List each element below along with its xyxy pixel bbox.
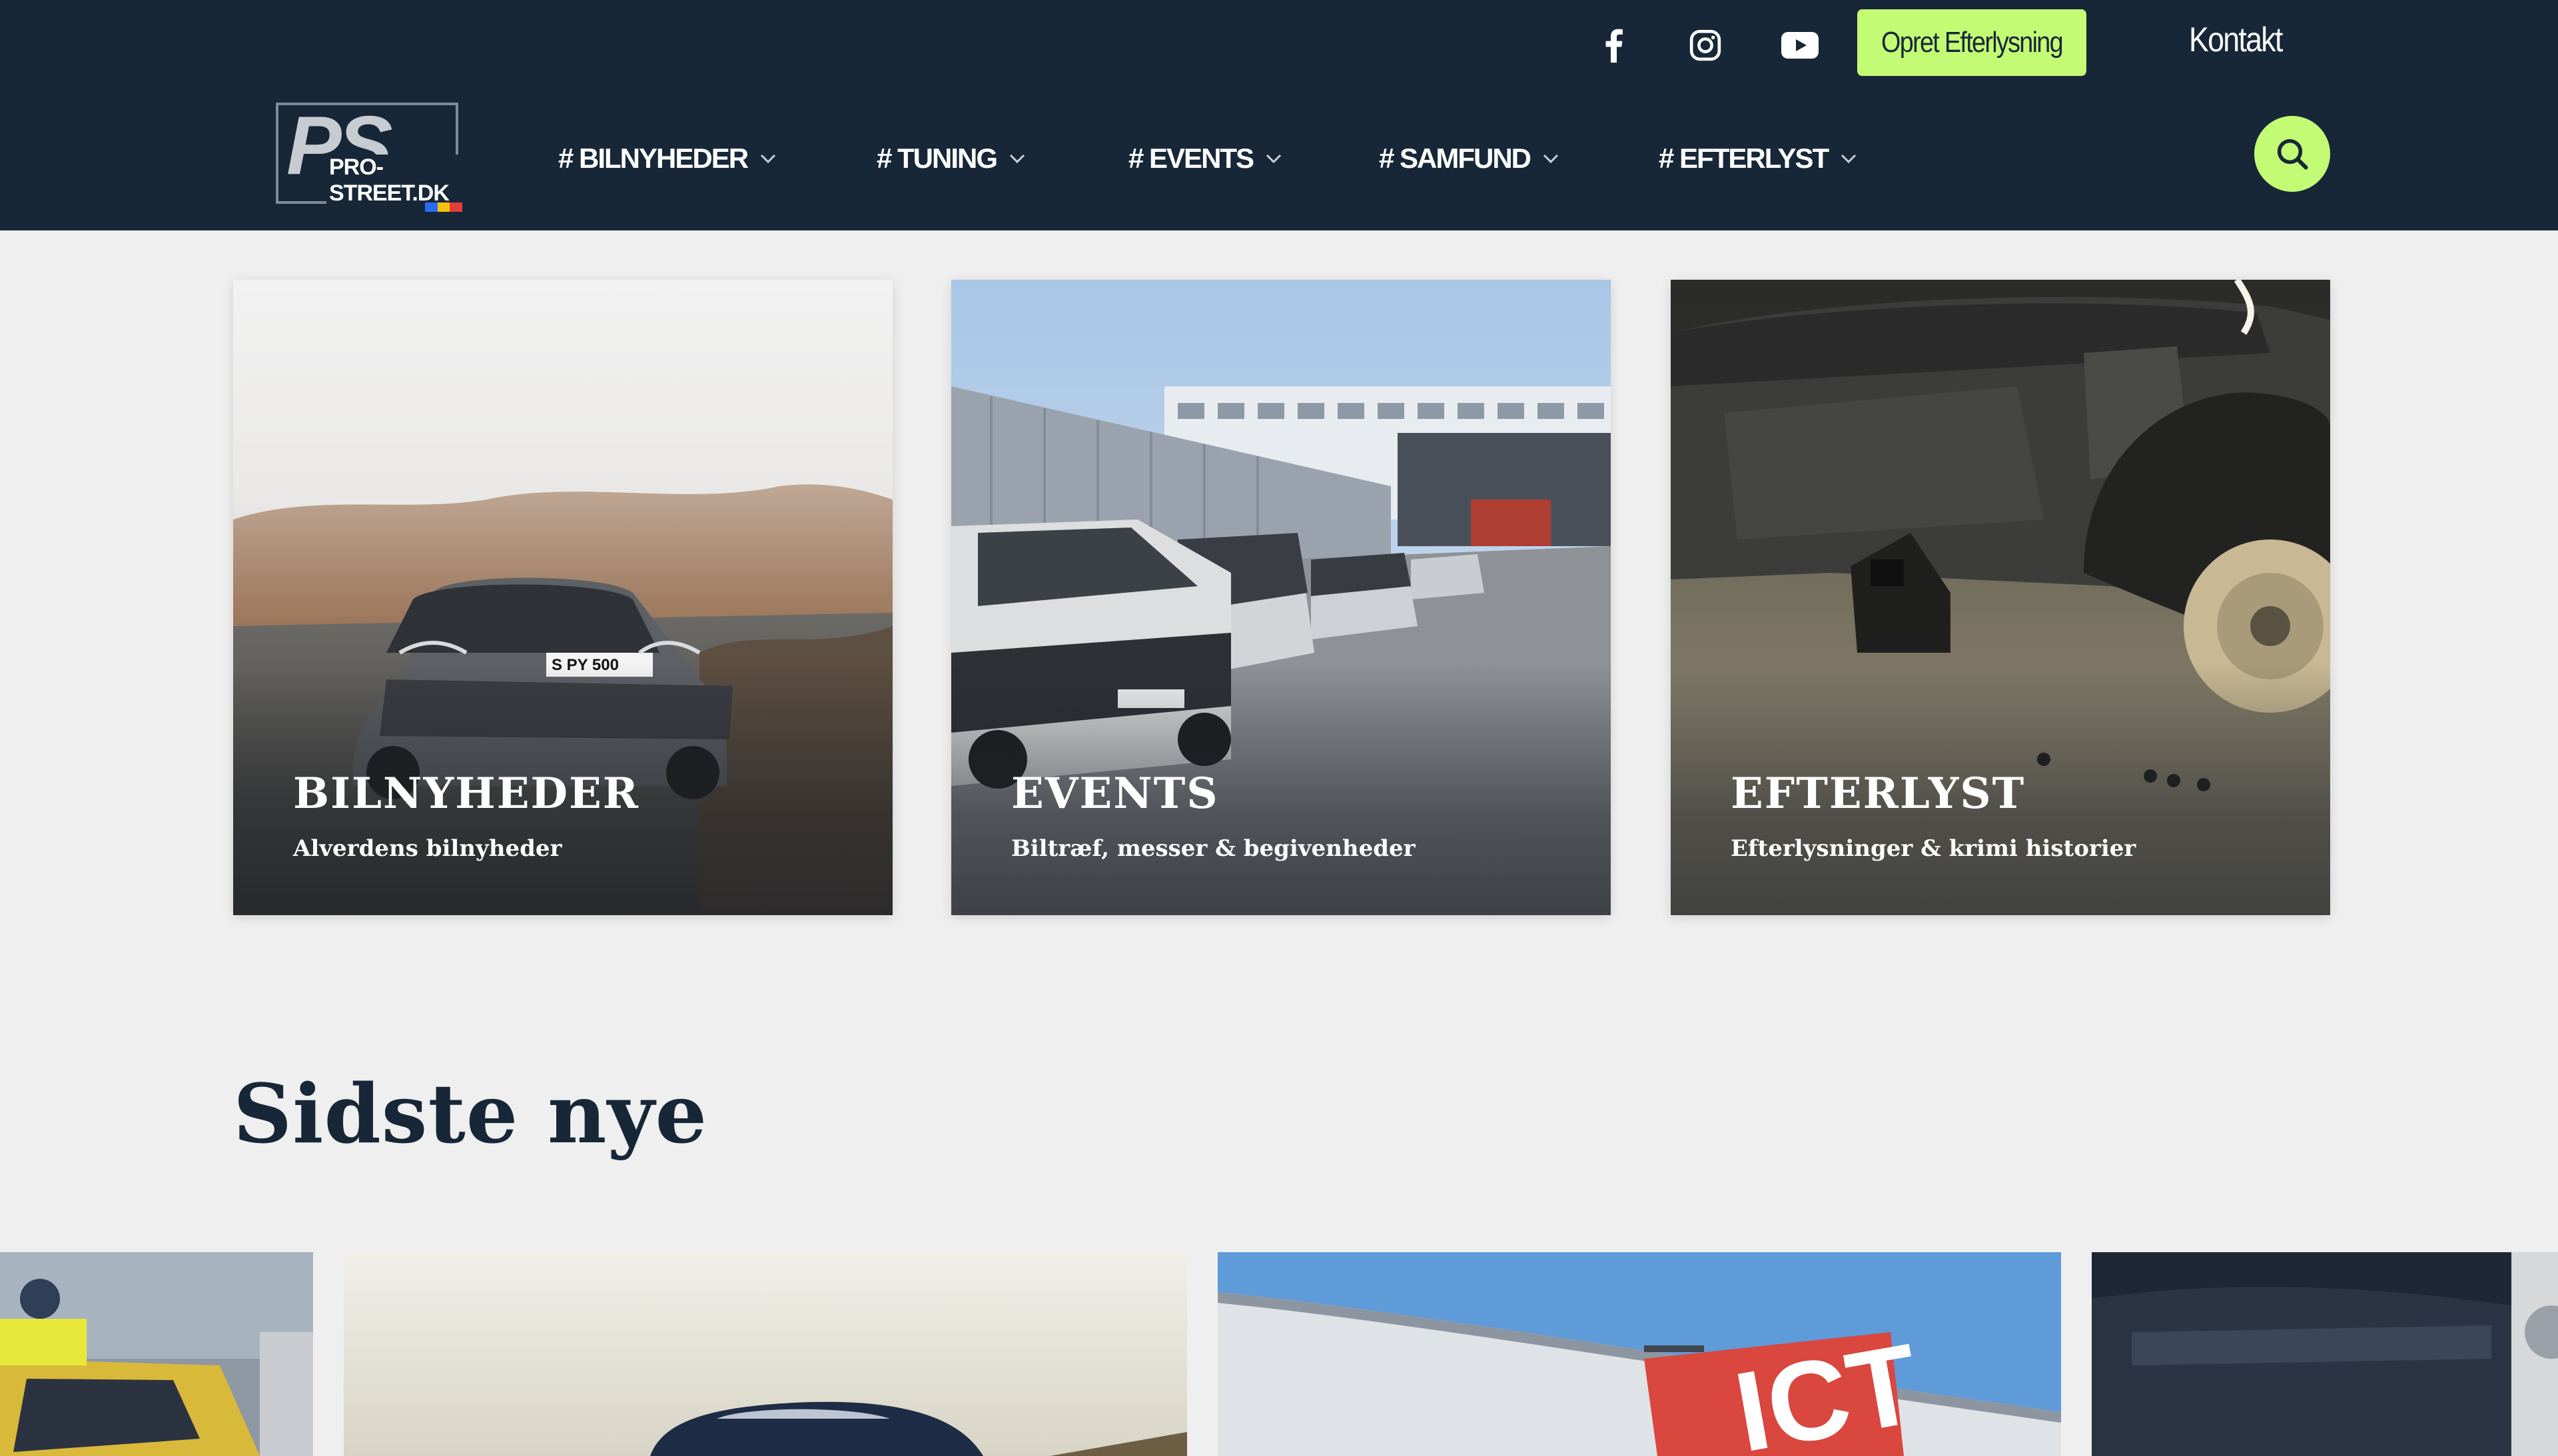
search-button[interactable] xyxy=(2254,116,2330,192)
chevron-down-icon xyxy=(761,154,776,164)
instagram-icon[interactable] xyxy=(1685,25,1725,65)
latest-section-title: Sidste nye xyxy=(233,1066,708,1162)
category-card-bilnyheder[interactable]: S PY 500 BILNYHEDER Alverdens bilnyheder xyxy=(233,280,893,915)
article-image xyxy=(344,1252,1187,1456)
card-subtitle: Alverdens bilnyheder xyxy=(293,835,562,862)
chevron-down-icon xyxy=(1266,154,1282,164)
facebook-icon[interactable] xyxy=(1593,25,1633,65)
latest-article-thumb[interactable] xyxy=(344,1252,1187,1456)
nav-item-label: # EFTERLYST xyxy=(1659,143,1829,174)
card-title: BILNYHEDER xyxy=(293,769,640,819)
article-image xyxy=(2092,1252,2558,1456)
search-icon xyxy=(2277,139,2308,170)
card-subtitle: Efterlysninger & krimi historier xyxy=(1731,835,2136,862)
nav-item-label: # EVENTS xyxy=(1128,143,1254,174)
chevron-down-icon xyxy=(1841,154,1857,164)
nav-item-events[interactable]: # EVENTS xyxy=(1128,140,1282,177)
contact-link[interactable]: Kontakt xyxy=(2189,20,2283,60)
category-card-events[interactable]: EVENTS Biltræf, messer & begivenheder xyxy=(951,280,1611,915)
nav-item-label: # TUNING xyxy=(877,143,998,174)
youtube-icon[interactable] xyxy=(1780,25,1820,65)
nav-item-samfund[interactable]: # SAMFUND xyxy=(1379,140,1559,177)
nav-item-efterlyst[interactable]: # EFTERLYST xyxy=(1659,140,1857,177)
nav-item-label: # BILNYHEDER xyxy=(558,143,749,174)
chevron-down-icon xyxy=(1543,154,1559,164)
site-logo[interactable]: PS PRO-STREET.DK xyxy=(276,103,463,217)
latest-article-thumb[interactable] xyxy=(0,1252,313,1456)
site-header: Opret Efterlysning Kontakt PS PRO-STREET… xyxy=(0,0,2558,230)
nav-item-tuning[interactable]: # TUNING xyxy=(877,140,1026,177)
nav-item-label: # SAMFUND xyxy=(1379,143,1531,174)
logo-text: PRO-STREET.DK xyxy=(326,155,458,206)
article-image: ICT xyxy=(1218,1252,2061,1456)
nav-item-bilnyheder[interactable]: # BILNYHEDER xyxy=(558,140,777,177)
category-card-efterlyst[interactable]: EFTERLYST Efterlysninger & krimi histori… xyxy=(1671,280,2330,915)
card-subtitle: Biltræf, messer & begivenheder xyxy=(1011,835,1416,862)
latest-article-thumb[interactable]: ICT xyxy=(1218,1252,2061,1456)
logo-flag-stripe xyxy=(425,202,463,212)
card-title: EFTERLYST xyxy=(1731,769,2026,819)
article-image xyxy=(0,1252,313,1456)
chevron-down-icon xyxy=(1009,154,1025,164)
card-title: EVENTS xyxy=(1011,769,1219,819)
create-wanted-button[interactable]: Opret Efterlysning xyxy=(1857,9,2086,76)
latest-article-thumb[interactable] xyxy=(2092,1252,2558,1456)
